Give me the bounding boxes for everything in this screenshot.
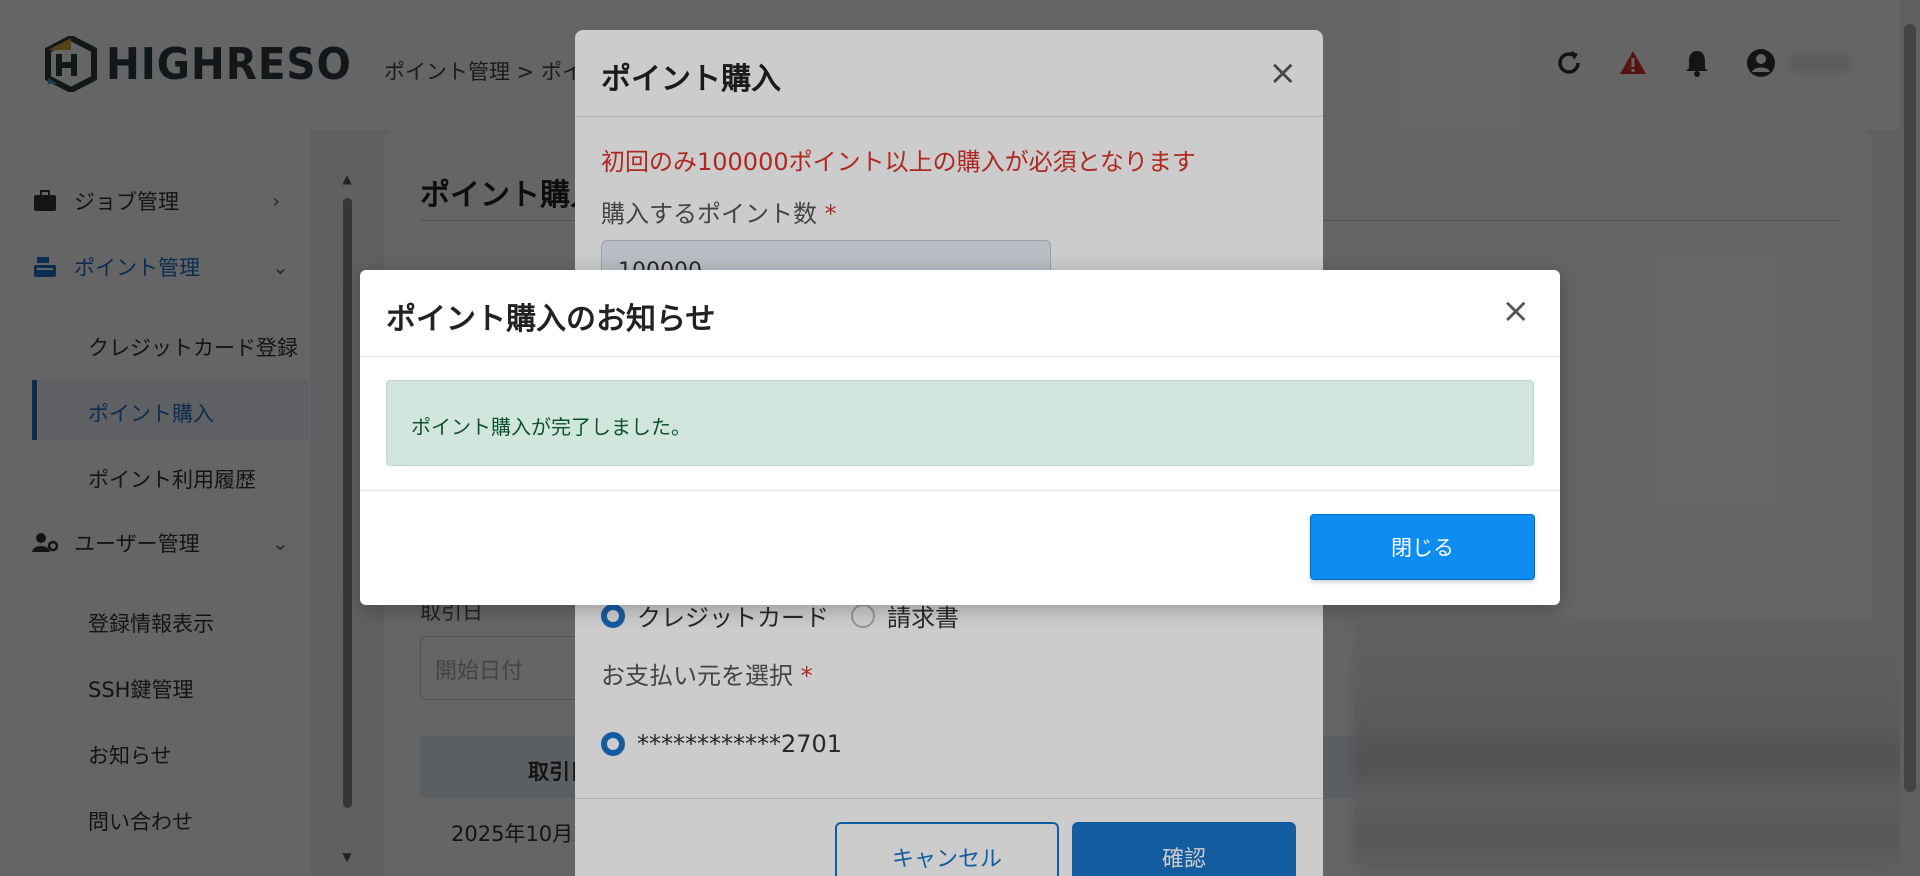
dialog-footer-divider	[360, 490, 1560, 491]
dialog-title: ポイント購入のお知らせ	[386, 302, 716, 337]
success-alert: ポイント購入が完了しました。	[386, 380, 1534, 466]
purchase-notice-dialog: ポイント購入のお知らせ × ポイント購入が完了しました。 閉じる	[360, 270, 1560, 605]
close-icon[interactable]: ×	[1502, 294, 1531, 328]
dialog-divider	[360, 356, 1560, 357]
close-button[interactable]: 閉じる	[1310, 514, 1535, 580]
